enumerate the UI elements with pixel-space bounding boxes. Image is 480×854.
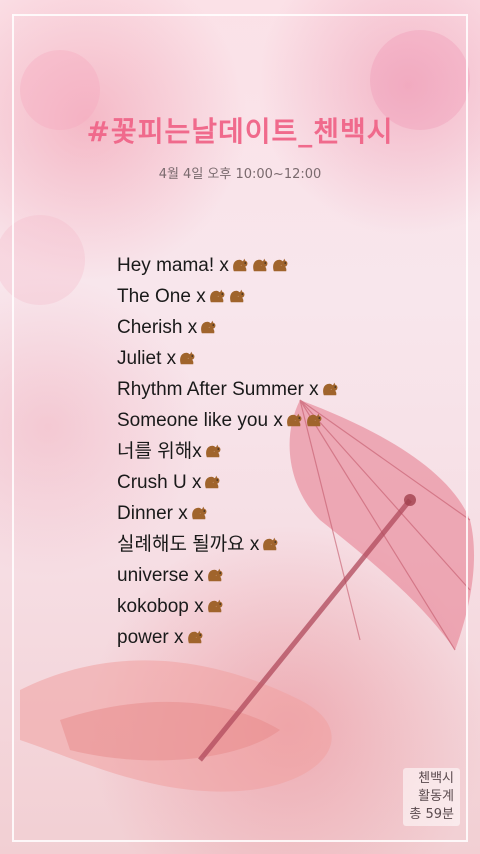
song-item: 실례해도 될까요 x bbox=[117, 529, 340, 560]
song-item: Cherish x bbox=[117, 312, 340, 343]
song-title: kokobop x bbox=[117, 596, 204, 617]
squirrel-icon bbox=[233, 258, 248, 272]
stamp-line-1: 첸백시 bbox=[418, 771, 454, 786]
squirrel-count bbox=[207, 287, 247, 306]
song-title: 너를 위해x bbox=[117, 441, 202, 462]
date-time: 4월 4일 오후 10:00~12:00 bbox=[158, 167, 322, 182]
stamp-line-3: 총 59분 bbox=[409, 807, 454, 822]
squirrel-icon bbox=[209, 289, 225, 303]
song-item: Crush U x bbox=[117, 467, 340, 498]
squirrel-count bbox=[320, 380, 340, 399]
song-title: Juliet x bbox=[117, 348, 177, 369]
squirrel-count bbox=[202, 473, 222, 492]
squirrel-count bbox=[205, 597, 225, 616]
squirrel-icon bbox=[180, 351, 195, 365]
squirrel-count bbox=[203, 442, 223, 461]
song-list: Hey mama! x The One x Cherish x Juliet x Rh… bbox=[117, 250, 340, 653]
squirrel-count bbox=[260, 535, 280, 554]
squirrel-icon bbox=[191, 506, 207, 520]
stamp-line-2: 활동계 bbox=[418, 789, 454, 804]
song-item: Someone like you x bbox=[117, 405, 340, 436]
squirrel-icon bbox=[306, 413, 322, 427]
song-item: power x bbox=[117, 622, 340, 653]
squirrel-count bbox=[198, 318, 218, 337]
squirrel-icon bbox=[263, 537, 278, 551]
song-title: 실례해도 될까요 x bbox=[117, 534, 260, 555]
song-item: universe x bbox=[117, 560, 340, 591]
song-title: power x bbox=[117, 627, 184, 648]
squirrel-icon bbox=[205, 444, 221, 458]
song-title: Rhythm After Summer x bbox=[117, 379, 319, 400]
page-title: #꽃피는날데이트_첸백시 bbox=[86, 115, 394, 148]
song-item: 너를 위해x bbox=[117, 436, 340, 467]
song-title: universe x bbox=[117, 565, 204, 586]
song-title: Dinner x bbox=[117, 503, 188, 524]
song-title: Someone like you x bbox=[117, 410, 283, 431]
song-item: kokobop x bbox=[117, 591, 340, 622]
song-item: Dinner x bbox=[117, 498, 340, 529]
squirrel-icon bbox=[207, 599, 223, 613]
song-title: Hey mama! x bbox=[117, 255, 229, 276]
squirrel-icon bbox=[253, 258, 268, 272]
song-title: The One x bbox=[117, 286, 206, 307]
squirrel-icon bbox=[286, 413, 302, 427]
squirrel-icon bbox=[205, 475, 220, 489]
squirrel-count bbox=[205, 566, 225, 585]
squirrel-icon bbox=[207, 568, 223, 582]
stamp: 첸백시 활동계 총 59분 bbox=[403, 768, 460, 826]
song-item: Juliet x bbox=[117, 343, 340, 374]
squirrel-icon bbox=[201, 320, 216, 334]
squirrel-count bbox=[185, 628, 205, 647]
squirrel-icon bbox=[187, 630, 202, 644]
squirrel-icon bbox=[229, 289, 245, 303]
squirrel-icon bbox=[273, 258, 288, 272]
song-item: Hey mama! x bbox=[117, 250, 340, 281]
squirrel-count bbox=[230, 256, 290, 275]
song-title: Cherish x bbox=[117, 317, 198, 338]
squirrel-count bbox=[189, 504, 209, 523]
song-item: Rhythm After Summer x bbox=[117, 374, 340, 405]
squirrel-icon bbox=[322, 382, 338, 396]
song-item: The One x bbox=[117, 281, 340, 312]
song-title: Crush U x bbox=[117, 472, 202, 493]
squirrel-count bbox=[177, 349, 197, 368]
squirrel-count bbox=[284, 411, 324, 430]
